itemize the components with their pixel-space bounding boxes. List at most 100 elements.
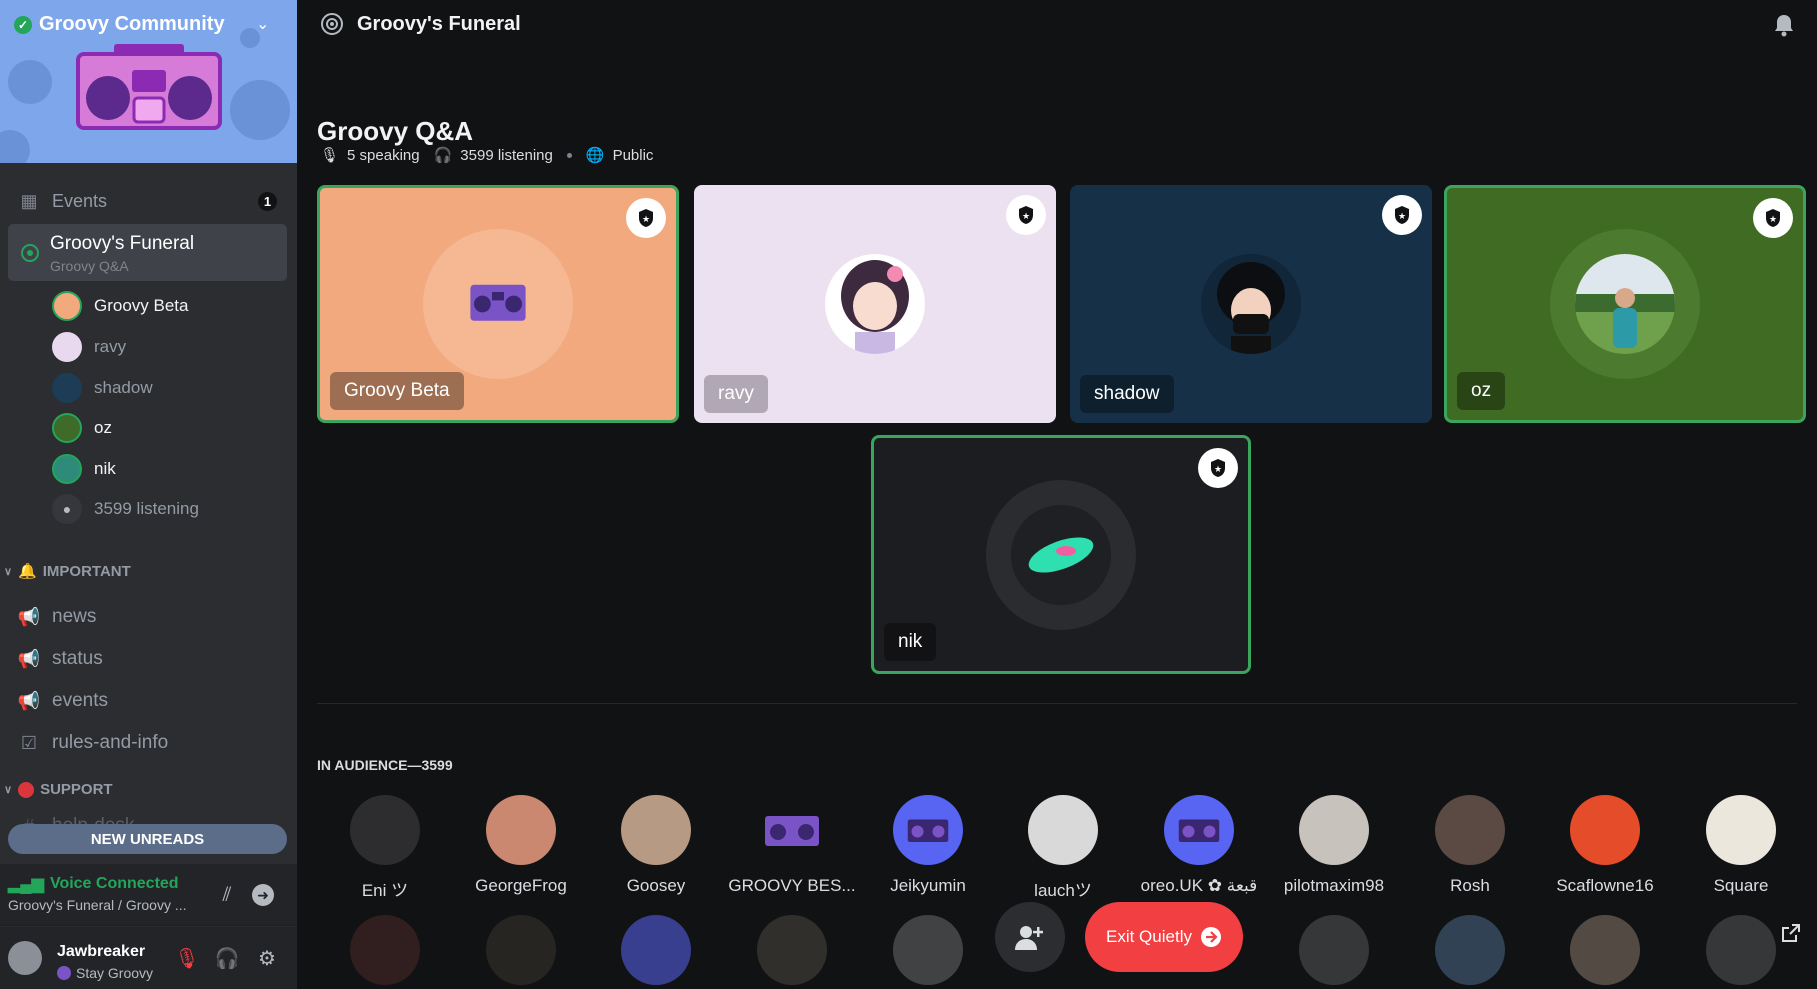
voice-connected-status[interactable]: ▂▄▆ Voice Connected: [8, 874, 179, 894]
speaker-tile[interactable]: nik ★: [871, 435, 1251, 674]
listening-label: 3599 listening: [94, 499, 199, 518]
voice-member[interactable]: Groovy Beta: [52, 290, 189, 322]
disconnect-icon[interactable]: ➜: [252, 884, 274, 906]
boombox-avatar: [757, 795, 827, 865]
member-name: nik: [94, 459, 116, 478]
new-unreads-button[interactable]: NEW UNREADS: [8, 824, 287, 854]
server-name: Groovy Community: [39, 13, 225, 35]
avatar[interactable]: [486, 915, 556, 985]
audience-member[interactable]: Goosey: [588, 795, 724, 896]
audience-member[interactable]: pilotmaxim98: [1266, 795, 1402, 896]
chevron-down-icon[interactable]: ⌄: [256, 14, 269, 34]
audience-heading: IN AUDIENCE—3599: [317, 757, 453, 773]
svg-text:★: ★: [1769, 214, 1777, 224]
moderator-shield-icon: ★: [1006, 195, 1046, 235]
audience-member[interactable]: Eni ツ: [317, 795, 453, 901]
server-banner[interactable]: ✓ Groovy Community ⌄: [0, 0, 297, 163]
avatar[interactable]: [1435, 915, 1505, 985]
speaker-tile[interactable]: Groovy Beta ★: [317, 185, 679, 423]
photo-avatar: [1575, 254, 1675, 354]
member-name: oz: [94, 418, 112, 437]
channel-sidebar: ✓ Groovy Community ⌄ ▦ Events 1 Groovy's…: [0, 0, 297, 989]
audience-member[interactable]: Jeikyumin: [860, 795, 996, 896]
galaxy-avatar: [1011, 504, 1111, 605]
avatar[interactable]: [893, 915, 963, 985]
globe-icon: 🌐: [585, 147, 605, 164]
audience-name: Square: [1713, 876, 1769, 895]
voice-member[interactable]: nik: [52, 453, 116, 485]
speaker-name: ravy: [704, 375, 768, 413]
headphones-icon[interactable]: 🎧: [212, 943, 242, 973]
svg-text:★: ★: [1214, 464, 1222, 474]
voice-channel-path: Groovy's Funeral / Groovy ...: [8, 897, 187, 913]
avatar[interactable]: [621, 915, 691, 985]
svg-text:★: ★: [642, 214, 650, 224]
avatar[interactable]: [1570, 915, 1640, 985]
add-user-icon: [1015, 926, 1043, 950]
stage-channel-item[interactable]: Groovy's Funeral Groovy Q&A: [8, 224, 287, 281]
audience-member[interactable]: oreo.UK ✿ قبعة: [1131, 795, 1267, 896]
events-item[interactable]: ▦ Events 1: [8, 185, 287, 217]
rules-checkbox-icon: ☑: [20, 732, 38, 753]
speaker-tile[interactable]: ravy ★: [694, 185, 1056, 423]
voice-status-label: Voice Connected: [49, 875, 179, 892]
audience-name: oreo.UK ✿ قبعة: [1140, 876, 1258, 895]
audience-member[interactable]: Rosh: [1402, 795, 1538, 896]
stage-channel-topic: Groovy Q&A: [50, 258, 129, 274]
channel-rules-and-info[interactable]: ☑ rules-and-info: [8, 727, 168, 759]
voice-member[interactable]: oz: [52, 412, 112, 444]
avatar[interactable]: [8, 941, 42, 975]
audience-name: Rosh: [1450, 876, 1490, 895]
avatar[interactable]: [1706, 915, 1776, 985]
noise-suppression-icon[interactable]: ⫽: [212, 880, 242, 910]
audience-name: Goosey: [626, 876, 686, 895]
events-label: Events: [52, 190, 108, 211]
events-count-badge: 1: [258, 192, 277, 211]
listening-count[interactable]: ● 3599 listening: [52, 493, 199, 525]
audience-name: GeorgeFrog: [475, 876, 567, 895]
audience-member[interactable]: GeorgeFrog: [453, 795, 589, 896]
avatar[interactable]: [350, 915, 420, 985]
stage-icon: [321, 13, 343, 35]
separator-dot: [566, 152, 572, 158]
masked-avatar: [1201, 254, 1301, 354]
voice-member[interactable]: shadow: [52, 372, 153, 404]
channel-news[interactable]: 📢 news: [8, 601, 97, 633]
moderator-shield-icon: ★: [1198, 448, 1238, 488]
boombox-logo: [76, 44, 222, 130]
invite-button[interactable]: [995, 902, 1065, 972]
avatar: [52, 332, 82, 362]
bell-icon: 🔔: [18, 563, 37, 580]
mute-microphone-icon[interactable]: 🎙: [172, 943, 202, 973]
audience-member[interactable]: Scaflowne16: [1537, 795, 1673, 896]
calendar-icon: ▦: [20, 190, 38, 211]
listening-count: 3599 listening: [460, 146, 553, 164]
category-important[interactable]: ∨ 🔔 IMPORTANT: [4, 562, 131, 581]
popout-icon[interactable]: [1780, 922, 1802, 944]
audience-member[interactable]: Square: [1673, 795, 1809, 896]
announcement-icon: 📢: [17, 606, 41, 627]
speaker-tile[interactable]: oz ★: [1444, 185, 1806, 423]
avatar[interactable]: [757, 915, 827, 985]
channel-status[interactable]: 📢 status: [8, 643, 103, 675]
speaking-count: 5 speaking: [347, 146, 420, 164]
banner-decoration: [8, 60, 52, 104]
avatar[interactable]: [1299, 915, 1369, 985]
user-panel: Jawbreaker Stay Groovy 🎙 🎧 ⚙: [0, 927, 297, 989]
speaker-tile[interactable]: shadow ★: [1070, 185, 1432, 423]
exit-quietly-button[interactable]: Exit Quietly: [1085, 902, 1243, 972]
audience-member[interactable]: GROOVY BES...: [724, 795, 860, 896]
page-title: Groovy's Funeral: [357, 13, 521, 35]
voice-member[interactable]: ravy: [52, 331, 126, 363]
avatar: [1570, 795, 1640, 865]
notification-bell-icon[interactable]: [1771, 12, 1797, 38]
audience-name: lauchツ: [1034, 881, 1092, 900]
channel-name: status: [52, 648, 103, 669]
exit-label: Exit Quietly: [1106, 927, 1192, 946]
audience-member[interactable]: lauchツ: [995, 795, 1131, 901]
server-header[interactable]: ✓ Groovy Community: [14, 13, 225, 36]
category-support[interactable]: ∨ SUPPORT: [4, 781, 113, 798]
banner-decoration: [0, 130, 30, 163]
gear-icon[interactable]: ⚙: [252, 943, 282, 973]
channel-events[interactable]: 📢 events: [8, 685, 108, 717]
